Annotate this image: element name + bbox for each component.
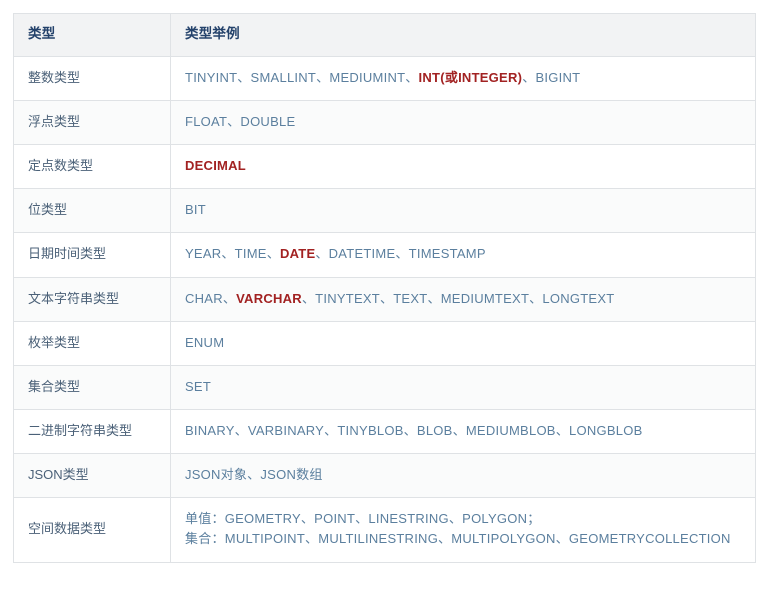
mysql-datatypes-table: 类型 类型举例 整数类型 TINYINT、SMALLINT、MEDIUMINT、I… [13,13,756,563]
table-row: 空间数据类型 单值：GEOMETRY、POINT、LINESTRING、POLYG… [13,497,756,563]
example-text: BIT [185,202,206,218]
cell-type: 集合类型 [13,364,171,411]
cell-type: 浮点类型 [13,100,171,146]
cell-example: 单值：GEOMETRY、POINT、LINESTRING、POLYGON； 集合：… [170,497,756,563]
example-text: 、TINYTEXT、TEXT、MEDIUMTEXT、LONGTEXT [301,290,615,306]
table-row: 文本字符串类型 CHAR、VARCHAR、TINYTEXT、TEXT、MEDIUM… [13,276,756,322]
cell-type: 日期时间类型 [13,232,171,278]
table-row: 定点数类型 DECIMAL [13,144,756,190]
example-text: FLOAT、DOUBLE [185,114,296,130]
cell-example: CHAR、VARCHAR、TINYTEXT、TEXT、MEDIUMTEXT、LO… [170,276,756,322]
example-text: 、BIGINT [522,69,581,85]
cell-example: FLOAT、DOUBLE [170,100,756,146]
example-text: CHAR、 [185,290,237,306]
example-text: SET [185,378,212,394]
cell-type: 文本字符串类型 [13,276,171,322]
cell-type: 定点数类型 [13,144,171,190]
table-header-row: 类型 类型举例 [13,13,756,57]
table-row: 日期时间类型 YEAR、TIME、DATE、DATETIME、TIMESTAMP [13,232,756,278]
table-body: 整数类型 TINYINT、SMALLINT、MEDIUMINT、INT(或INTE… [13,55,756,563]
table-row: 二进制字符串类型 BINARY、VARBINARY、TINYBLOB、BLOB、M… [13,409,756,455]
example-highlight: DECIMAL [185,158,246,174]
example-text: BINARY、VARBINARY、TINYBLOB、BLOB、MEDIUMBLO… [185,423,643,439]
example-line: 单值：GEOMETRY、POINT、LINESTRING、POLYGON； [185,511,541,527]
cell-type: JSON类型 [13,453,171,499]
cell-type: 枚举类型 [13,320,171,366]
cell-example: BINARY、VARBINARY、TINYBLOB、BLOB、MEDIUMBLO… [170,409,756,455]
cell-example: SET [170,364,756,411]
example-text: JSON对象、JSON数组 [185,467,323,483]
table-row: 枚举类型 ENUM [13,320,756,366]
example-highlight: VARCHAR [236,290,302,306]
example-text: YEAR、TIME、 [185,246,280,262]
column-header-type: 类型 [13,13,171,57]
cell-type: 二进制字符串类型 [13,409,171,455]
cell-example: TINYINT、SMALLINT、MEDIUMINT、INT(或INTEGER)… [170,55,756,102]
page-container: 类型 类型举例 整数类型 TINYINT、SMALLINT、MEDIUMINT、I… [0,0,768,597]
example-text: TINYINT、SMALLINT、MEDIUMINT、 [185,69,419,85]
cell-example: DECIMAL [170,144,756,190]
table-row: 浮点类型 FLOAT、DOUBLE [13,100,756,146]
table-row: JSON类型 JSON对象、JSON数组 [13,453,756,499]
cell-type: 空间数据类型 [13,497,171,563]
table-row: 集合类型 SET [13,364,756,411]
table-row: 位类型 BIT [13,188,756,234]
example-highlight: INT(或INTEGER) [418,69,523,85]
example-text: 、DATETIME、TIMESTAMP [315,246,486,262]
example-highlight: DATE [279,246,316,262]
cell-type: 位类型 [13,188,171,234]
cell-example: JSON对象、JSON数组 [170,453,756,499]
example-line: 集合：MULTIPOINT、MULTILINESTRING、MULTIPOLYG… [185,531,731,547]
table-header: 类型 类型举例 [13,13,756,57]
column-header-example: 类型举例 [170,13,756,57]
cell-type: 整数类型 [13,55,171,102]
cell-example: YEAR、TIME、DATE、DATETIME、TIMESTAMP [170,232,756,278]
cell-example: BIT [170,188,756,234]
example-text: ENUM [185,334,225,350]
table-row: 整数类型 TINYINT、SMALLINT、MEDIUMINT、INT(或INTE… [13,55,756,102]
cell-example: ENUM [170,320,756,366]
